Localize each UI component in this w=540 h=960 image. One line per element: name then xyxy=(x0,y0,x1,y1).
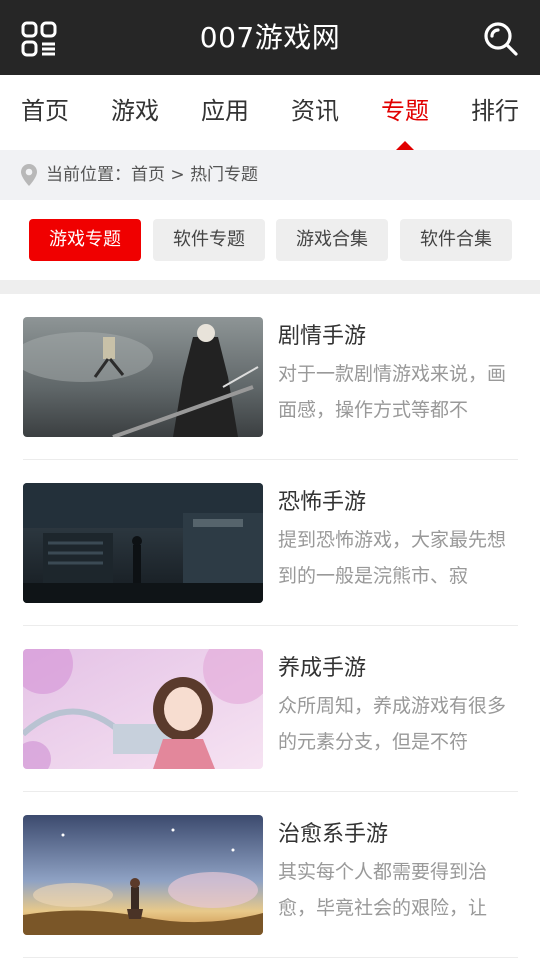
topic-item[interactable]: 治愈系手游 其实每个人都需要得到治愈，毕竟社会的艰险，让 xyxy=(23,792,518,958)
topic-thumbnail[interactable] xyxy=(23,649,263,769)
topic-description: 对于一款剧情游戏来说，画面感，操作方式等都不 xyxy=(278,363,507,421)
main-nav: 首页 游戏 应用 资讯 专题 排行 xyxy=(0,75,540,150)
tab-game-topics[interactable]: 游戏专题 xyxy=(29,219,141,261)
topic-title[interactable]: 治愈系手游 xyxy=(278,816,388,848)
topic-item[interactable]: 剧情手游 对于一款剧情游戏来说，画面感，操作方式等都不 xyxy=(23,294,518,460)
nav-item-apps[interactable]: 应用 xyxy=(180,75,270,150)
breadcrumb: 当前位置：首页 > 热门专题 xyxy=(0,150,540,200)
section-divider xyxy=(0,280,540,294)
breadcrumb-separator: > xyxy=(165,165,191,185)
tab-game-collections[interactable]: 游戏合集 xyxy=(276,219,388,261)
nav-item-topics[interactable]: 专题 xyxy=(360,75,450,150)
app-header: 007游戏网 xyxy=(0,0,540,75)
breadcrumb-current: 热门专题 xyxy=(190,165,259,185)
topic-title[interactable]: 养成手游 xyxy=(278,650,366,682)
topic-item[interactable]: 养成手游 众所周知，养成游戏有很多的元素分支，但是不符 xyxy=(23,626,518,792)
site-title: 007游戏网 xyxy=(199,21,341,54)
topic-thumbnail[interactable] xyxy=(23,317,263,437)
nav-item-games[interactable]: 游戏 xyxy=(90,75,180,150)
topic-filter-tabs: 游戏专题 软件专题 游戏合集 软件合集 xyxy=(0,200,540,280)
breadcrumb-home-link[interactable]: 首页 xyxy=(131,165,165,185)
topic-description: 众所周知，养成游戏有很多的元素分支，但是不符 xyxy=(278,695,507,753)
topic-description: 其实每个人都需要得到治愈，毕竟社会的艰险，让 xyxy=(278,861,488,919)
location-pin-icon xyxy=(20,163,38,187)
tab-software-topics[interactable]: 软件专题 xyxy=(153,219,265,261)
topic-title[interactable]: 剧情手游 xyxy=(278,318,366,350)
breadcrumb-prefix: 当前位置： xyxy=(46,165,131,185)
search-icon[interactable] xyxy=(482,20,520,58)
topic-thumbnail[interactable] xyxy=(23,815,263,935)
nav-item-rankings[interactable]: 排行 xyxy=(450,75,540,150)
topic-thumbnail[interactable] xyxy=(23,483,263,603)
tab-software-collections[interactable]: 软件合集 xyxy=(400,219,512,261)
nav-item-home[interactable]: 首页 xyxy=(0,75,90,150)
topic-title[interactable]: 恐怖手游 xyxy=(278,484,366,516)
topic-description: 提到恐怖游戏，大家最先想到的一般是浣熊市、寂 xyxy=(278,529,507,587)
nav-item-news[interactable]: 资讯 xyxy=(270,75,360,150)
topic-item[interactable]: 恐怖手游 提到恐怖游戏，大家最先想到的一般是浣熊市、寂 xyxy=(23,460,518,626)
